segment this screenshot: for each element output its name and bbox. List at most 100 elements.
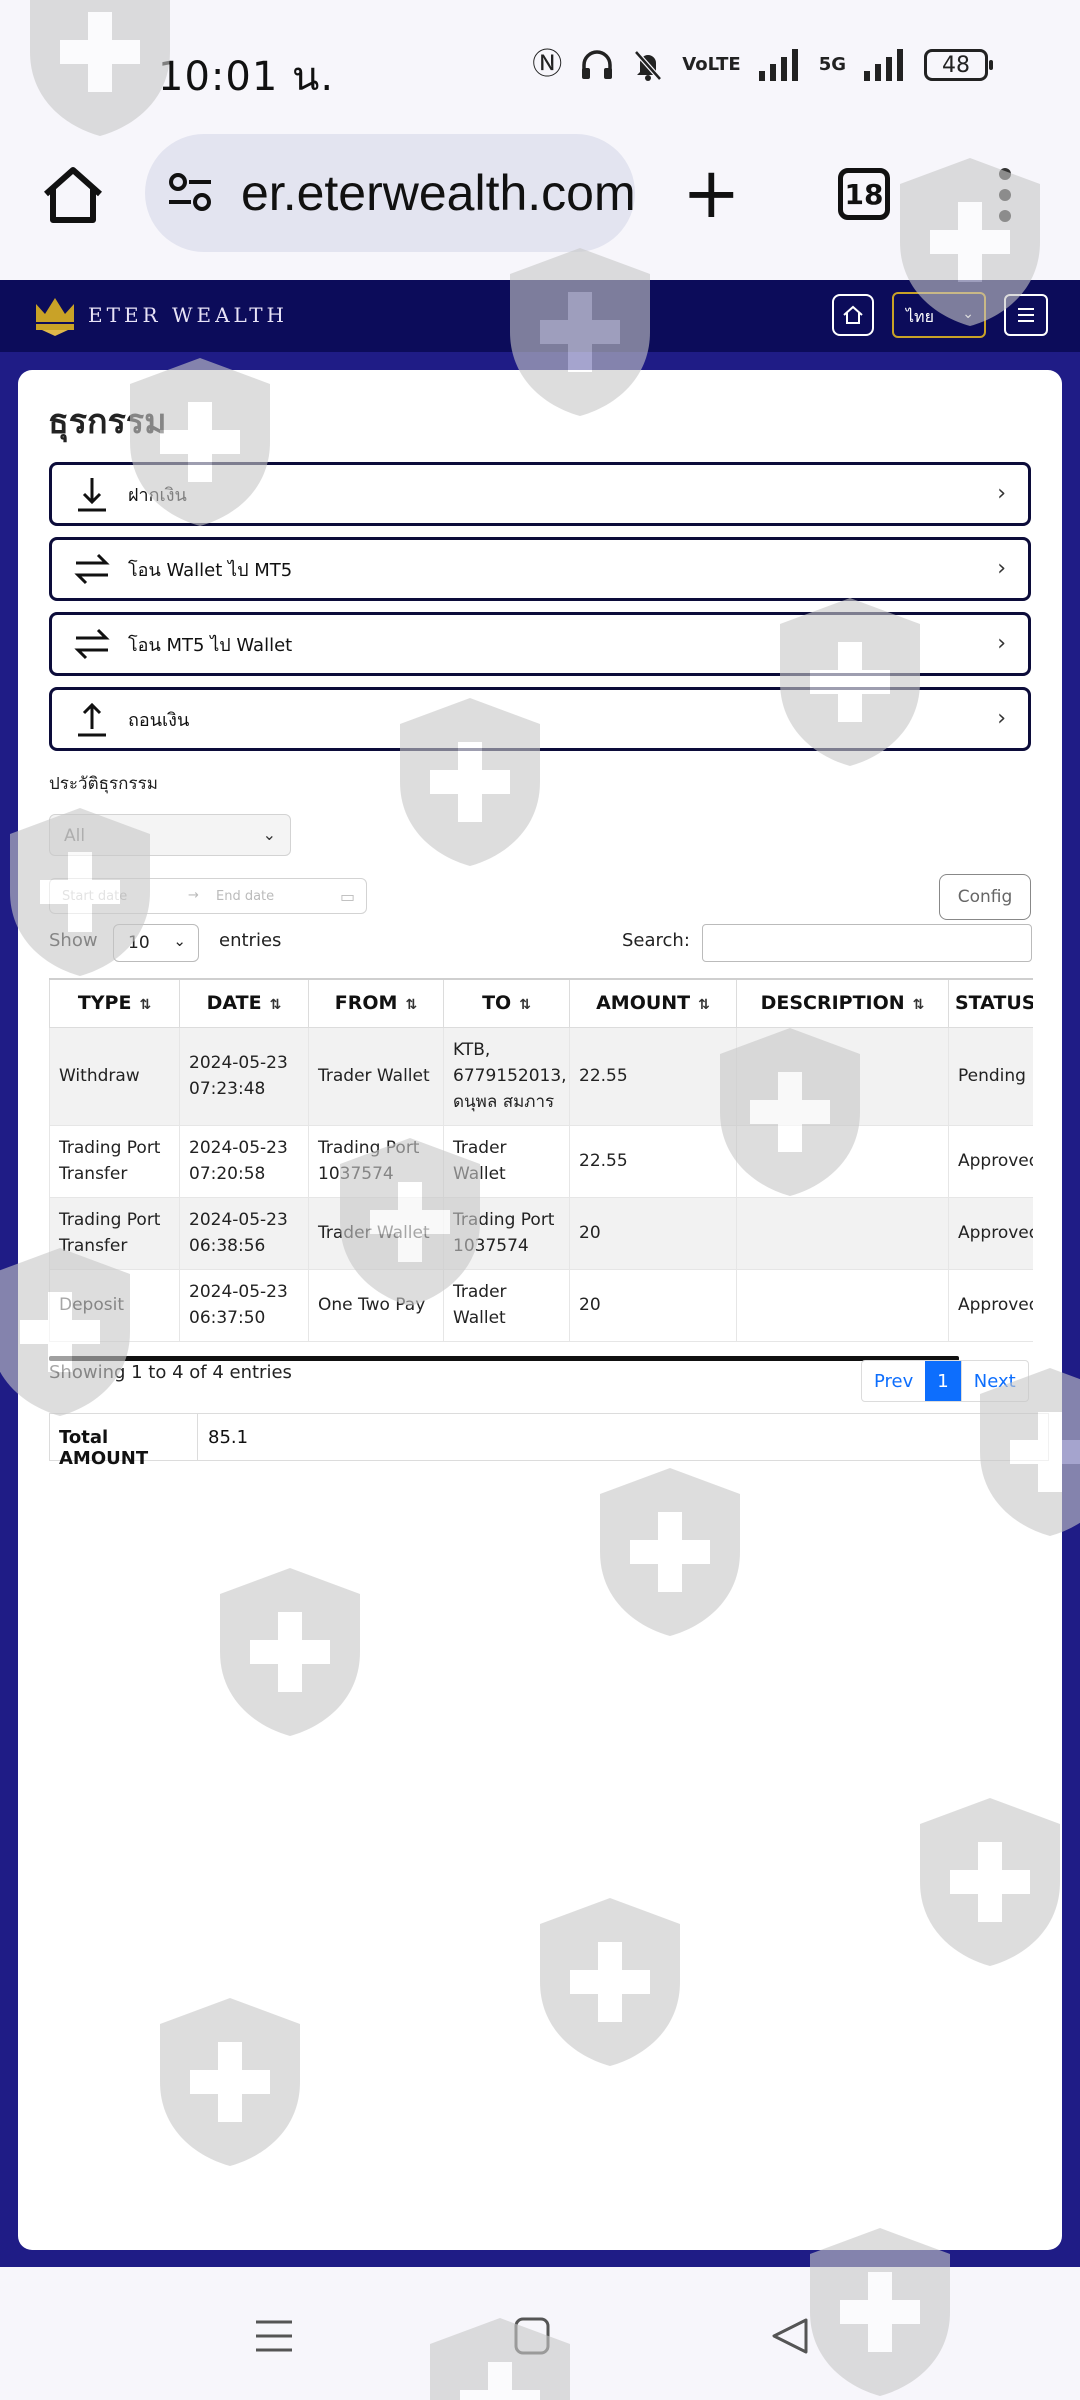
status-bar: 10:01 น. Ⓝ VoLTE 5G 48 — [0, 0, 1080, 130]
cell-type: Withdraw — [49, 1027, 180, 1126]
sort-icon: ⇅ — [912, 997, 925, 1014]
cell-type: Trading Port Transfer — [49, 1197, 180, 1270]
end-date-input[interactable]: End date — [216, 889, 274, 904]
deposit-label: ฝากเงิน — [128, 484, 187, 506]
status-icons: Ⓝ VoLTE 5G 48 — [532, 48, 993, 82]
column-header-amount[interactable]: AMOUNT ⇅ — [569, 978, 737, 1028]
cell-amount: 22.55 — [569, 1125, 737, 1198]
table-row: Withdraw 2024-05-23 07:23:48 Trader Wall… — [49, 1027, 1033, 1126]
chevron-right-icon: › — [997, 556, 1006, 581]
sort-icon: ⇅ — [698, 997, 710, 1014]
transactions-card: ธุรกรรม ฝากเงิน › โอน Wallet ไป MT5 › โอ… — [18, 370, 1062, 2250]
transfer-arrows-icon — [74, 628, 110, 660]
cell-to: Trading Port 1037574 — [443, 1197, 570, 1270]
recent-apps-icon[interactable] — [252, 2316, 296, 2356]
column-header-status[interactable]: STATUS — [948, 978, 1033, 1028]
chevron-right-icon: › — [997, 706, 1006, 731]
cell-from: Trader Wallet — [308, 1027, 444, 1126]
chevron-down-icon: ⌄ — [173, 932, 186, 950]
transfer-arrows-icon — [74, 553, 110, 585]
network-type: 5G — [818, 54, 846, 75]
type-filter-select[interactable]: All ⌄ — [49, 814, 291, 856]
url-text: er.eterwealth.com — [241, 165, 635, 221]
cell-date: 2024-05-23 07:23:48 — [179, 1027, 309, 1126]
cell-date: 2024-05-23 07:20:58 — [179, 1125, 309, 1198]
filter-value: All — [64, 826, 86, 846]
table-horizontal-scrollbar[interactable] — [49, 1356, 959, 1361]
column-header-description[interactable]: DESCRIPTION ⇅ — [736, 978, 949, 1028]
clock: 10:01 น. — [158, 54, 335, 100]
download-icon — [78, 478, 106, 512]
next-page-button[interactable]: Next — [960, 1361, 1028, 1401]
transactions-table-container[interactable]: TYPE ⇅ DATE ⇅ FROM ⇅ TO ⇅ AMOUNT ⇅ DESCRIPTIO… — [49, 978, 1033, 1348]
battery-icon: 48 — [924, 49, 993, 81]
total-value: 85.1 — [208, 1427, 249, 1448]
date-range-picker[interactable]: Start date → End date ▭ — [49, 878, 367, 914]
deposit-button[interactable]: ฝากเงิน › — [49, 462, 1031, 526]
tab-switcher-button[interactable]: 18 — [838, 168, 890, 220]
site-header: ETER WEALTH ไทย ⌄ — [0, 280, 1080, 352]
browser-toolbar: er.eterwealth.com + 18 — [0, 130, 1080, 280]
table-row: Deposit 2024-05-23 06:37:50 One Two Pay … — [49, 1269, 1033, 1342]
cell-description — [736, 1197, 949, 1270]
language-select[interactable]: ไทย ⌄ — [892, 292, 986, 338]
address-bar[interactable]: er.eterwealth.com — [145, 134, 635, 252]
crown-logo-icon — [36, 298, 74, 336]
cell-date: 2024-05-23 06:38:56 — [179, 1197, 309, 1270]
transfer-wallet-to-mt5-button[interactable]: โอน Wallet ไป MT5 › — [49, 537, 1031, 601]
sort-icon: ⇅ — [139, 997, 152, 1014]
headphones-icon — [582, 50, 613, 79]
signal-icon-2 — [864, 49, 903, 81]
cell-type: Trading Port Transfer — [49, 1125, 180, 1198]
total-amount-table: Total AMOUNT 85.1 — [49, 1413, 1049, 1469]
site-settings-icon[interactable] — [167, 172, 213, 212]
page-1-button[interactable]: 1 — [925, 1361, 961, 1401]
column-header-date[interactable]: DATE ⇅ — [179, 978, 309, 1028]
header-home-button[interactable] — [832, 294, 874, 336]
withdraw-label: ถอนเงิน — [128, 709, 190, 731]
config-button[interactable]: Config — [939, 874, 1031, 920]
prev-page-button[interactable]: Prev — [862, 1361, 925, 1401]
cell-type: Deposit — [49, 1269, 180, 1342]
system-navigation-bar — [0, 2268, 1080, 2400]
browser-menu-button[interactable] — [998, 168, 1012, 222]
entries-label: entries — [219, 930, 282, 951]
withdraw-button[interactable]: ถอนเงิน › — [49, 687, 1031, 751]
volte-icon: VoLTE — [682, 54, 741, 75]
transfer-wallet-to-mt5-label: โอน Wallet ไป MT5 — [128, 559, 293, 581]
page-length-select[interactable]: 10 ⌄ — [113, 924, 199, 962]
calendar-icon: ▭ — [340, 887, 356, 906]
back-icon[interactable] — [768, 2316, 812, 2356]
page-title: ธุรกรรม — [48, 402, 167, 442]
search-input[interactable] — [702, 924, 1032, 962]
cell-to: Trader Wallet — [443, 1269, 570, 1342]
column-header-to[interactable]: TO ⇅ — [443, 978, 570, 1028]
cell-to: Trader Wallet — [443, 1125, 570, 1198]
pagination: Prev 1 Next — [861, 1360, 1029, 1402]
home-icon — [843, 305, 863, 324]
cell-status: Approved — [948, 1269, 1033, 1342]
cell-date: 2024-05-23 06:37:50 — [179, 1269, 309, 1342]
cell-status: Approved — [948, 1197, 1033, 1270]
new-tab-button[interactable]: + — [682, 158, 741, 228]
cell-description — [736, 1027, 949, 1126]
cell-description — [736, 1125, 949, 1198]
cell-from: Trading Port 1037574 — [308, 1125, 444, 1198]
header-menu-button[interactable] — [1004, 294, 1048, 336]
cell-from: One Two Pay — [308, 1269, 444, 1342]
sort-icon: ⇅ — [405, 997, 418, 1014]
column-header-type[interactable]: TYPE ⇅ — [49, 978, 180, 1028]
cell-status: Pending — [948, 1027, 1033, 1126]
cell-to: KTB, 6779152013, ดนุพล สมภาร — [443, 1027, 570, 1126]
chevron-down-icon: ⌄ — [262, 825, 276, 844]
column-header-from[interactable]: FROM ⇅ — [308, 978, 444, 1028]
history-label: ประวัติธุรกรรม — [49, 774, 158, 794]
home-icon[interactable] — [38, 160, 108, 230]
length-control: Show 10 ⌄ entries — [49, 924, 281, 962]
cell-description — [736, 1269, 949, 1342]
home-nav-icon[interactable] — [510, 2316, 554, 2356]
brand-logo[interactable]: ETER WEALTH — [32, 292, 288, 338]
transfer-mt5-to-wallet-button[interactable]: โอน MT5 ไป Wallet › — [49, 612, 1031, 676]
search-label: Search: — [622, 930, 690, 951]
start-date-input[interactable]: Start date — [62, 889, 127, 904]
